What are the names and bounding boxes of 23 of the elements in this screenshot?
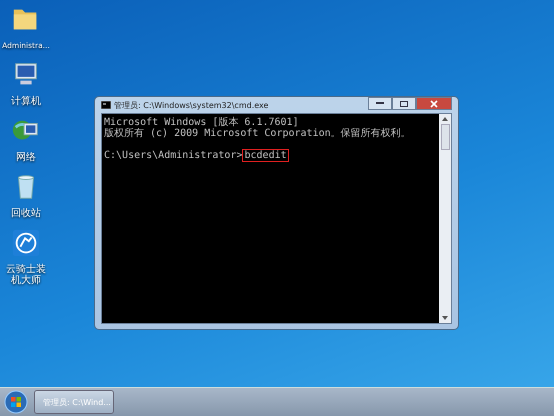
app-icon[interactable] [11,228,41,258]
scroll-thumb[interactable] [440,124,450,150]
start-button[interactable] [4,390,28,414]
scroll-down-icon[interactable] [442,315,448,321]
close-button[interactable] [416,97,452,110]
command-prompt: C:\Users\Administrator> [104,150,242,161]
console-icon [101,101,111,109]
window-title: 管理员: C:\Windows\system32\cmd.exe [114,100,270,110]
icon-label: 回收站 [11,208,41,219]
icon-label: 网络 [16,152,36,163]
maximize-icon [400,100,408,106]
scroll-up-icon[interactable] [442,116,448,122]
minimize-button[interactable] [368,97,392,110]
icon-label: 计算机 [11,96,41,107]
taskbar-item[interactable]: 管理员: C:\Wind... [34,390,114,414]
typed-command: bcdedit [242,149,289,162]
scrollbar[interactable] [439,114,451,323]
console-line: Microsoft Windows [版本 6.1.7601] [104,117,299,128]
icon-label: 云骑士装机大师 [5,264,47,286]
minimize-icon [376,102,384,105]
console-line: 版权所有 (c) 2009 Microsoft Corporation。保留所有权利。 [104,128,411,139]
close-icon [430,100,438,108]
maximize-button[interactable] [392,97,416,110]
